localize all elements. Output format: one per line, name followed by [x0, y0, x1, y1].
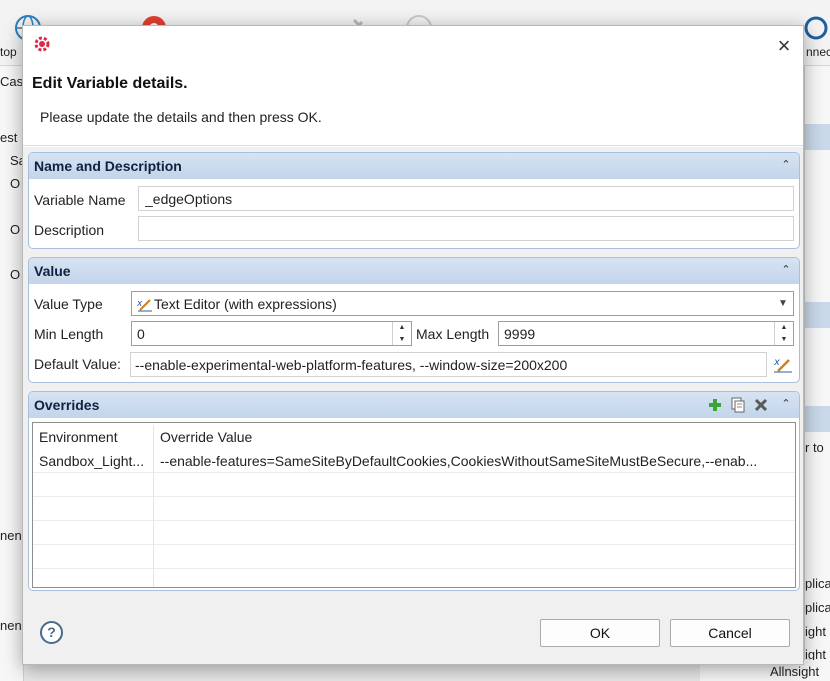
- right-panel-header: [805, 302, 830, 328]
- table-row[interactable]: Sandbox_Light... --enable-features=SameS…: [33, 449, 795, 473]
- right-panel-header: [805, 406, 830, 432]
- min-length-spinner[interactable]: ▲ ▼: [131, 321, 412, 346]
- dialog-message: Please update the details and then press…: [40, 109, 322, 125]
- name-description-section: Name and Description ⌃ Variable Name Des…: [28, 152, 800, 249]
- dialog-body: Name and Description ⌃ Variable Name Des…: [23, 147, 803, 664]
- toolbar-label-left: top: [0, 45, 17, 59]
- cancel-button[interactable]: Cancel: [670, 619, 790, 647]
- environment-cell[interactable]: [33, 569, 154, 587]
- chevron-down-icon[interactable]: ▼: [775, 294, 791, 313]
- right-item[interactable]: plica: [805, 600, 830, 615]
- default-value-input[interactable]: [130, 352, 767, 377]
- section-title: Value: [34, 263, 71, 279]
- dialog-header: Edit Variable details. Please update the…: [23, 66, 803, 146]
- max-length-label: Max Length: [416, 326, 490, 342]
- background-left-panel: Cas est Sa O O O nen nen: [0, 66, 24, 681]
- environment-cell[interactable]: [33, 497, 154, 521]
- right-item[interactable]: r to: [805, 440, 830, 455]
- delete-icon[interactable]: [753, 397, 769, 413]
- section-header: Overrides ⌃: [29, 392, 799, 418]
- edit-variable-dialog: × Edit Variable details. Please update t…: [22, 25, 804, 665]
- left-item[interactable]: Cas: [0, 74, 24, 89]
- max-length-input[interactable]: [499, 322, 773, 345]
- collapse-icon[interactable]: ⌃: [779, 261, 793, 279]
- toolbar-label-right: nnec: [806, 45, 830, 59]
- description-input[interactable]: [138, 216, 794, 241]
- override-value-cell[interactable]: [154, 497, 795, 521]
- overrides-section: Overrides ⌃ Environment Override Value S…: [28, 391, 800, 591]
- text-editor-icon: x: [137, 299, 152, 312]
- left-item[interactable]: nen: [0, 528, 24, 543]
- override-value-cell[interactable]: [154, 545, 795, 569]
- value-type-selected: Text Editor (with expressions): [154, 296, 337, 312]
- right-item[interactable]: plica: [805, 576, 830, 591]
- copy-icon[interactable]: [730, 397, 746, 413]
- spinner-buttons: ▲ ▼: [774, 322, 793, 345]
- column-header-override-value[interactable]: Override Value: [154, 425, 795, 449]
- left-item[interactable]: est: [0, 130, 24, 145]
- max-length-spinner[interactable]: ▲ ▼: [498, 321, 794, 346]
- right-panel-header: [805, 124, 830, 150]
- column-header-environment[interactable]: Environment: [33, 425, 154, 449]
- close-icon[interactable]: ×: [771, 33, 797, 59]
- min-length-label: Min Length: [34, 326, 104, 342]
- environment-cell[interactable]: [33, 473, 154, 497]
- description-label: Description: [34, 222, 105, 238]
- variable-name-input[interactable]: [138, 186, 794, 211]
- value-section: Value ⌃ Value Type x Text Editor (with e…: [28, 257, 800, 383]
- left-item[interactable]: nen: [0, 618, 24, 633]
- expression-editor-icon[interactable]: x: [773, 354, 793, 374]
- override-value-cell[interactable]: [154, 569, 795, 587]
- override-value-cell[interactable]: [154, 521, 795, 545]
- table-row[interactable]: [33, 521, 795, 545]
- svg-text:x: x: [773, 357, 780, 368]
- environment-cell[interactable]: [33, 545, 154, 569]
- section-title: Name and Description: [34, 158, 182, 174]
- table-row[interactable]: [33, 545, 795, 569]
- override-value-cell[interactable]: --enable-features=SameSiteByDefaultCooki…: [154, 449, 795, 473]
- environment-cell[interactable]: [33, 521, 154, 545]
- table-row[interactable]: [33, 569, 795, 587]
- variable-name-label: Variable Name: [34, 192, 126, 208]
- spin-up-icon[interactable]: ▲: [393, 322, 411, 333]
- background-right-panel: r to plica plica ight ight: [804, 66, 830, 681]
- ok-button[interactable]: OK: [540, 619, 660, 647]
- add-icon[interactable]: [707, 397, 723, 413]
- help-icon[interactable]: ?: [40, 621, 63, 644]
- spinner-buttons: ▲ ▼: [392, 322, 411, 345]
- value-type-select[interactable]: x Text Editor (with expressions) ▼: [131, 291, 794, 316]
- connect-icon[interactable]: [802, 14, 830, 42]
- spin-down-icon[interactable]: ▼: [393, 334, 411, 345]
- section-header: Name and Description ⌃: [29, 153, 799, 179]
- table-header-row: Environment Override Value: [33, 425, 795, 449]
- collapse-icon[interactable]: ⌃: [779, 395, 793, 413]
- overrides-table[interactable]: Environment Override Value Sandbox_Light…: [32, 422, 796, 588]
- right-item[interactable]: ight: [805, 624, 830, 639]
- default-value-label: Default Value:: [34, 356, 121, 372]
- min-length-input[interactable]: [132, 322, 391, 345]
- section-header: Value ⌃: [29, 258, 799, 284]
- spin-up-icon[interactable]: ▲: [775, 322, 793, 333]
- dialog-title: Edit Variable details.: [32, 75, 188, 92]
- table-row[interactable]: [33, 473, 795, 497]
- app-gear-icon: [34, 36, 50, 52]
- collapse-icon[interactable]: ⌃: [779, 156, 793, 174]
- environment-cell[interactable]: Sandbox_Light...: [33, 449, 154, 473]
- bottom-item[interactable]: Allnsight: [770, 664, 830, 679]
- override-value-cell[interactable]: [154, 473, 795, 497]
- dialog-titlebar: ×: [23, 26, 803, 66]
- table-row[interactable]: [33, 497, 795, 521]
- value-type-label: Value Type: [34, 296, 103, 312]
- section-title: Overrides: [34, 397, 100, 413]
- spin-down-icon[interactable]: ▼: [775, 334, 793, 345]
